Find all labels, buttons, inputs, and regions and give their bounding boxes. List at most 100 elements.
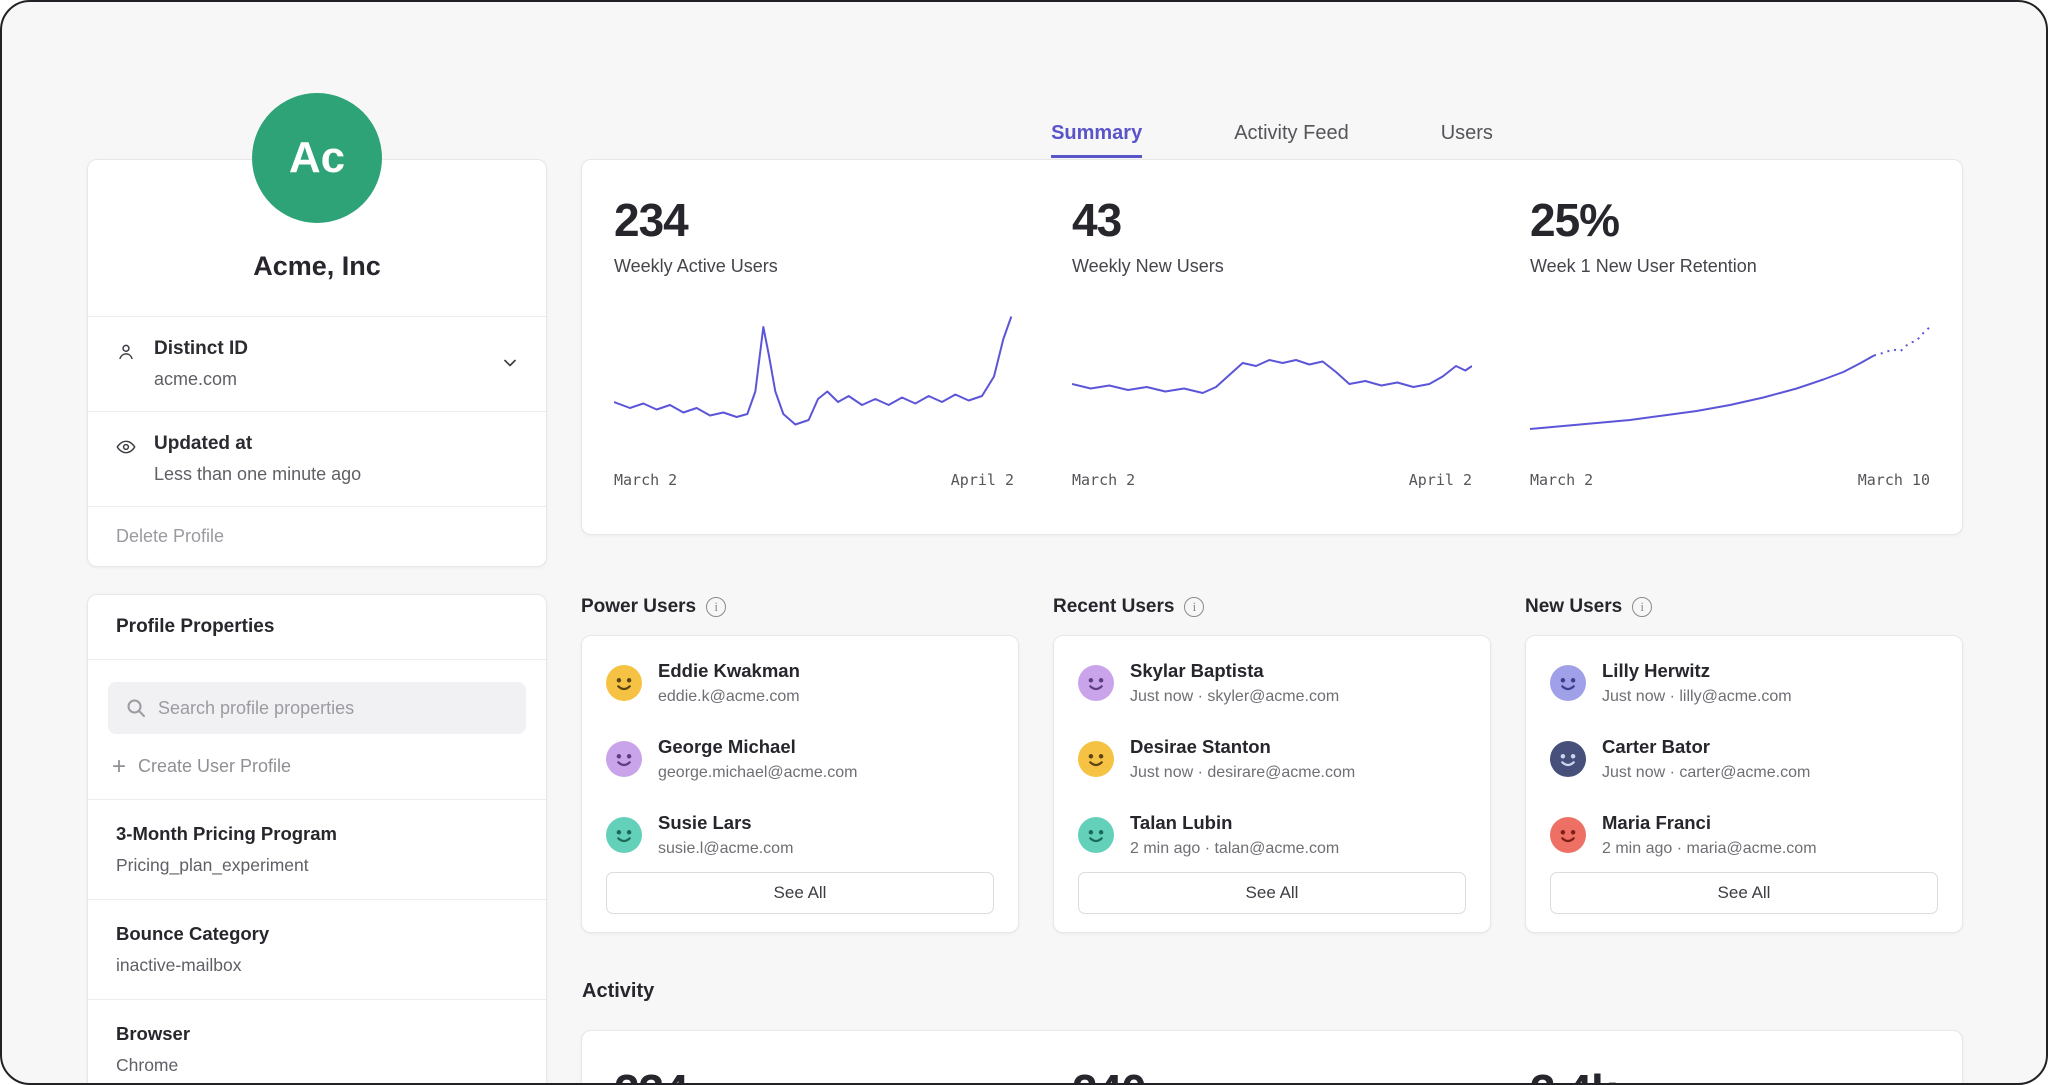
axis-end-label: March 10 <box>1858 471 1930 489</box>
stat-weekly-new-users: 43 Weekly New Users March 2 April 2 <box>1072 196 1530 506</box>
updated-at-value: Less than one minute ago <box>154 464 518 485</box>
create-user-profile-button[interactable]: + Create User Profile <box>88 734 546 799</box>
property-value: Chrome <box>116 1055 518 1076</box>
recent-users-header: Recent Users i <box>1053 594 1491 620</box>
property-row-browser[interactable]: Browser Chrome <box>88 999 546 1085</box>
eye-icon <box>115 436 137 458</box>
x-axis: March 2 April 2 <box>614 471 1014 489</box>
user-name: George Michael <box>658 736 857 758</box>
weekly-new-users-sparkline <box>1072 309 1472 459</box>
updated-at-row: Updated at Less than one minute ago <box>88 411 546 506</box>
see-all-button[interactable]: See All <box>606 872 994 914</box>
activity-stat-value: 3.4k <box>1530 1067 1922 1085</box>
stat-week1-retention: 25% Week 1 New User Retention March 2 Ma… <box>1530 196 1930 506</box>
user-row[interactable]: Maria Franci 2 min ago · maria@acme.com <box>1550 797 1938 873</box>
activity-stat-value: 234 <box>614 1067 1072 1085</box>
see-all-button[interactable]: See All <box>1078 872 1466 914</box>
user-avatar <box>606 665 642 701</box>
user-name: Carter Bator <box>1602 736 1810 758</box>
tab-summary[interactable]: Summary <box>1051 122 1142 158</box>
user-lists: Power Users i Eddie Kwakman eddie.k@acme… <box>581 594 1963 933</box>
user-name: Eddie Kwakman <box>658 660 800 682</box>
user-email: Just now · desirare@acme.com <box>1130 764 1355 782</box>
user-avatar <box>1550 741 1586 777</box>
app-window: Ac Acme, Inc Distinct ID acme.com Update… <box>0 0 2048 1085</box>
x-axis: March 2 April 2 <box>1072 471 1472 489</box>
new-users-card: Lilly Herwitz Just now · lilly@acme.com … <box>1525 635 1963 933</box>
recent-users-title: Recent Users <box>1053 596 1174 618</box>
user-row[interactable]: Desirae Stanton Just now · desirare@acme… <box>1078 721 1466 797</box>
create-user-profile-label: Create User Profile <box>138 756 291 777</box>
axis-start-label: March 2 <box>614 471 677 489</box>
tab-bar: Summary Activity Feed Users <box>581 122 1963 158</box>
company-avatar-initials: Ac <box>289 133 345 183</box>
activity-card: 234 240 3.4k <box>581 1030 1963 1085</box>
axis-end-label: April 2 <box>951 471 1014 489</box>
user-email: eddie.k@acme.com <box>658 688 800 706</box>
property-value: Pricing_plan_experiment <box>116 855 518 876</box>
profile-properties-title: Profile Properties <box>88 595 546 660</box>
stat-weekly-active-users: 234 Weekly Active Users March 2 April 2 <box>614 196 1072 506</box>
stat-label: Weekly Active Users <box>614 256 1072 277</box>
summary-card: 234 Weekly Active Users March 2 April 2 … <box>581 159 1963 535</box>
power-users-section: Power Users i Eddie Kwakman eddie.k@acme… <box>581 594 1019 933</box>
axis-end-label: April 2 <box>1409 471 1472 489</box>
property-row-pricing-program[interactable]: 3-Month Pricing Program Pricing_plan_exp… <box>88 799 546 899</box>
new-users-header: New Users i <box>1525 594 1963 620</box>
user-row[interactable]: Susie Lars susie.l@acme.com <box>606 797 994 873</box>
user-avatar <box>1078 665 1114 701</box>
user-name: Susie Lars <box>658 812 793 834</box>
power-users-header: Power Users i <box>581 594 1019 620</box>
axis-start-label: March 2 <box>1072 471 1135 489</box>
stat-label: Week 1 New User Retention <box>1530 256 1930 277</box>
search-profile-properties-input[interactable] <box>108 682 526 734</box>
user-row[interactable]: Skylar Baptista Just now · skyler@acme.c… <box>1078 645 1466 721</box>
property-row-bounce-category[interactable]: Bounce Category inactive-mailbox <box>88 899 546 999</box>
property-name: Browser <box>116 1023 518 1045</box>
stat-value: 43 <box>1072 196 1530 244</box>
user-email: susie.l@acme.com <box>658 840 793 858</box>
property-value: inactive-mailbox <box>116 955 518 976</box>
user-row[interactable]: Talan Lubin 2 min ago · talan@acme.com <box>1078 797 1466 873</box>
distinct-id-row: Distinct ID acme.com <box>88 316 546 411</box>
chevron-down-icon[interactable] <box>500 353 520 373</box>
retention-sparkline <box>1530 309 1930 459</box>
stat-value: 25% <box>1530 196 1930 244</box>
see-all-button[interactable]: See All <box>1550 872 1938 914</box>
user-row[interactable]: Carter Bator Just now · carter@acme.com <box>1550 721 1938 797</box>
user-name: Talan Lubin <box>1130 812 1339 834</box>
profile-properties-card: Profile Properties + Create User Profile… <box>87 594 547 1085</box>
delete-profile-button[interactable]: Delete Profile <box>88 506 546 566</box>
user-row[interactable]: Eddie Kwakman eddie.k@acme.com <box>606 645 994 721</box>
distinct-id-label: Distinct ID <box>154 338 518 360</box>
new-users-section: New Users i Lilly Herwitz Just now · lil… <box>1525 594 1963 933</box>
tab-users[interactable]: Users <box>1441 122 1493 158</box>
recent-users-section: Recent Users i Skylar Baptista Just now … <box>1053 594 1491 933</box>
company-name: Acme, Inc <box>253 251 381 282</box>
info-icon[interactable]: i <box>1184 597 1204 617</box>
updated-at-label: Updated at <box>154 433 518 455</box>
user-email: george.michael@acme.com <box>658 764 857 782</box>
user-name: Skylar Baptista <box>1130 660 1339 682</box>
info-icon[interactable]: i <box>706 597 726 617</box>
power-users-title: Power Users <box>581 596 696 618</box>
user-email: Just now · carter@acme.com <box>1602 764 1810 782</box>
user-email: Just now · skyler@acme.com <box>1130 688 1339 706</box>
user-name: Lilly Herwitz <box>1602 660 1792 682</box>
user-avatar <box>1550 665 1586 701</box>
user-row[interactable]: Lilly Herwitz Just now · lilly@acme.com <box>1550 645 1938 721</box>
stat-value: 234 <box>614 196 1072 244</box>
info-icon[interactable]: i <box>1632 597 1652 617</box>
tab-activity-feed[interactable]: Activity Feed <box>1234 122 1348 158</box>
user-email: 2 min ago · maria@acme.com <box>1602 840 1817 858</box>
user-name: Maria Franci <box>1602 812 1817 834</box>
user-avatar <box>1078 741 1114 777</box>
user-row[interactable]: George Michael george.michael@acme.com <box>606 721 994 797</box>
user-avatar <box>1078 817 1114 853</box>
stat-label: Weekly New Users <box>1072 256 1530 277</box>
company-avatar: Ac <box>252 93 382 223</box>
x-axis: March 2 March 10 <box>1530 471 1930 489</box>
user-avatar <box>606 817 642 853</box>
distinct-id-value: acme.com <box>154 369 518 390</box>
property-name: Bounce Category <box>116 923 518 945</box>
